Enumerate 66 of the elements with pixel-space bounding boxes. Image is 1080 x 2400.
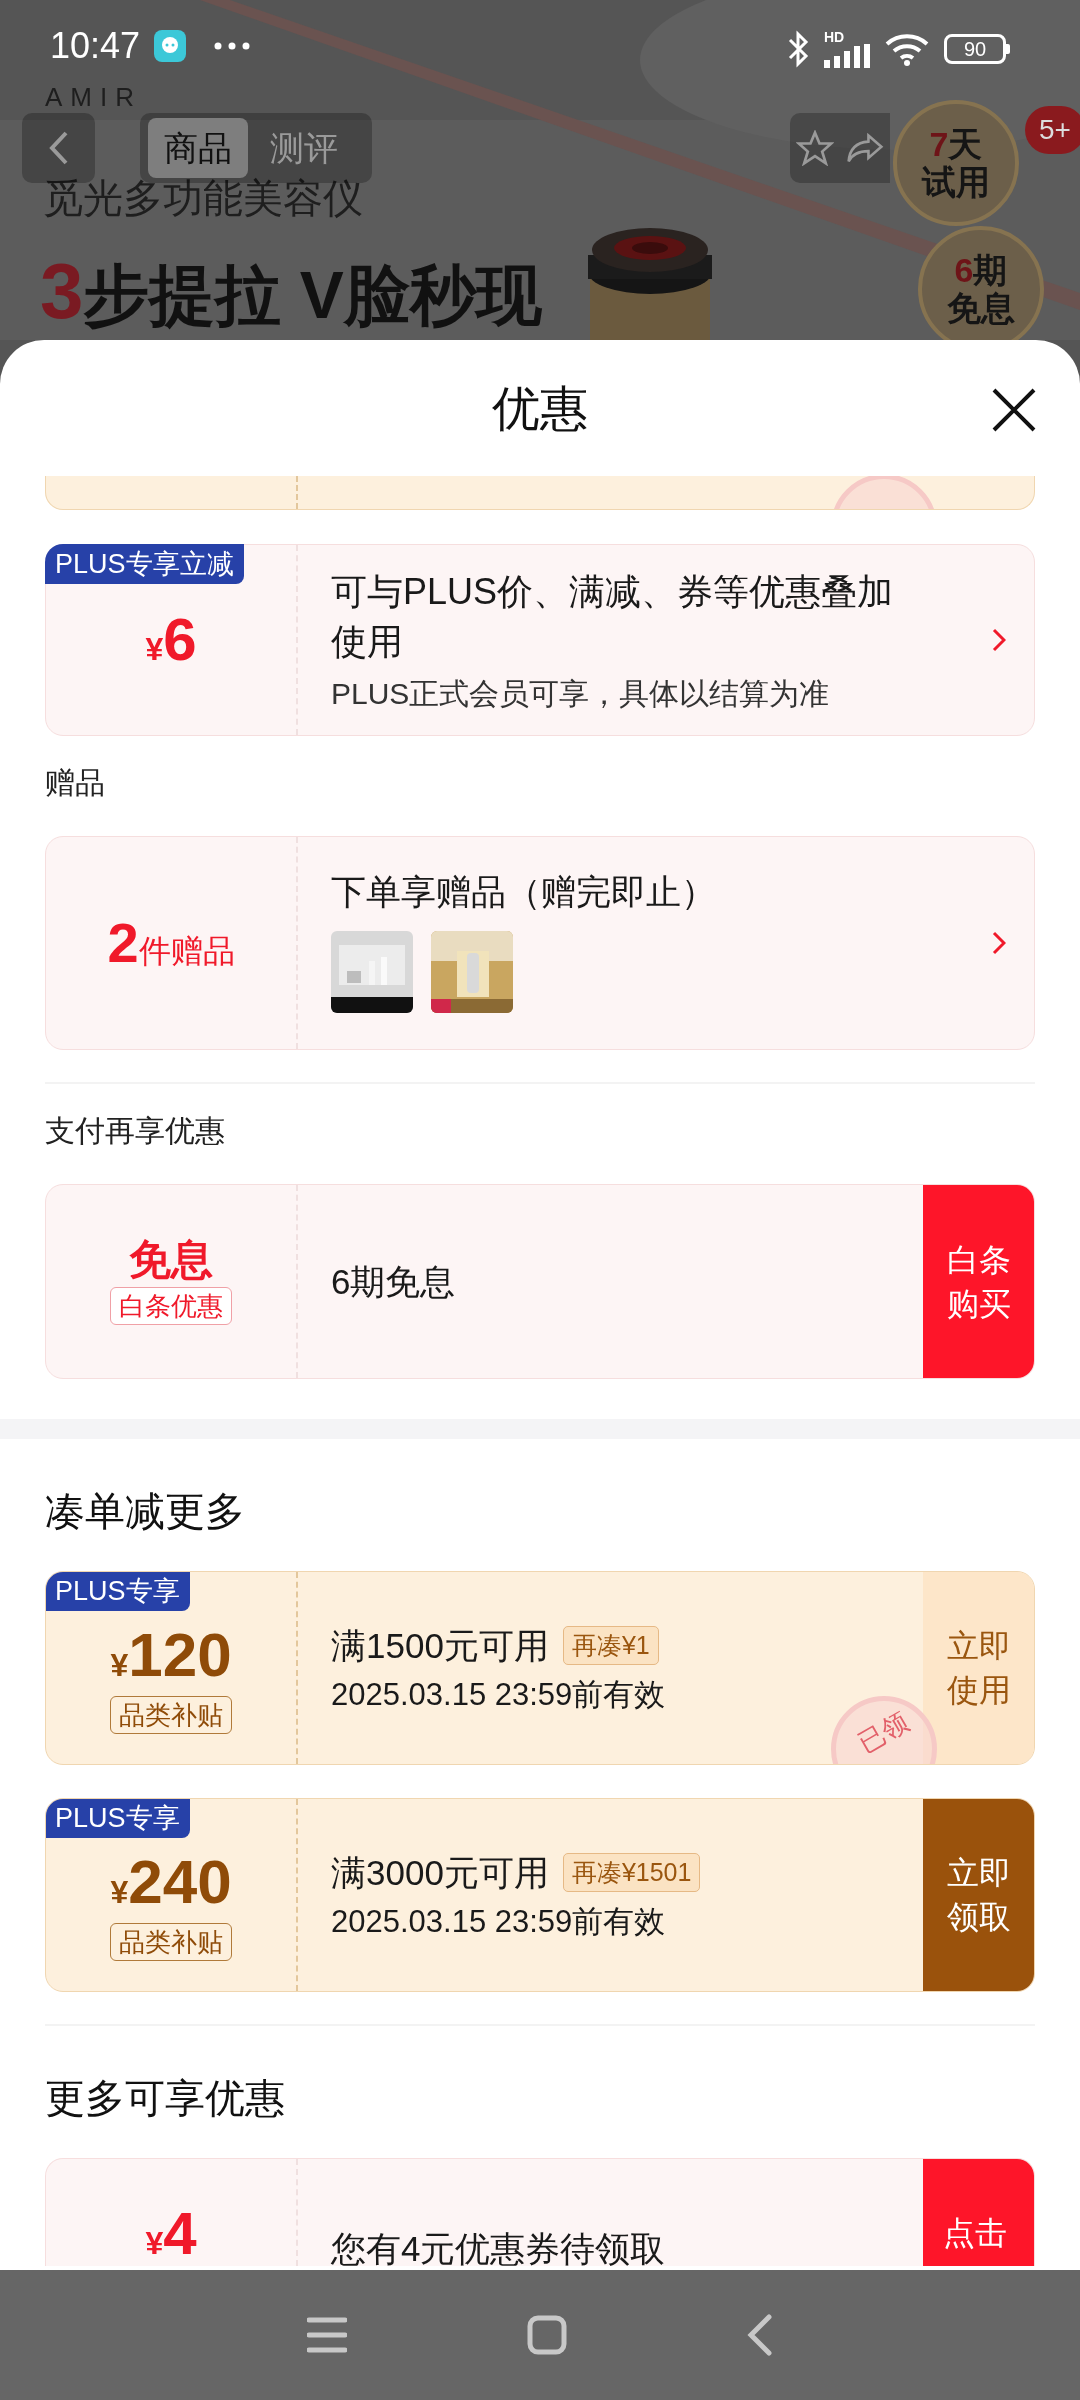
- chevron-right-icon: [992, 931, 1006, 955]
- tab[interactable]: 测评: [254, 118, 354, 178]
- category-tag: 品类补贴: [110, 1696, 232, 1734]
- voucher-title: 您有4元优惠券待领取: [331, 2229, 666, 2266]
- shortfall-tag: 再凑¥1501: [562, 1853, 701, 1892]
- seal-text: 试用: [922, 163, 990, 201]
- currency-symbol: ¥: [110, 1876, 129, 1908]
- brand-name: AMIR: [45, 84, 142, 110]
- claim-button[interactable]: 点击: [923, 2159, 1034, 2266]
- coupon-amount: 120: [128, 1624, 232, 1686]
- offer-title: 可与PLUS价、满减、券等优惠叠加使用: [331, 570, 895, 664]
- coupon-amount: 240: [128, 1851, 232, 1913]
- section-heading: 支付再享优惠: [45, 1116, 226, 1146]
- discount-amount: 6: [163, 610, 197, 670]
- coupon-validity: 2025.03.15 23:59前有效: [331, 1679, 667, 1710]
- stamp-text: 已领: [854, 1707, 914, 1759]
- back-icon: [48, 131, 69, 165]
- app-notification-icon: [154, 30, 187, 62]
- currency-symbol: ¥: [145, 633, 164, 665]
- offer-note: PLUS正式会员可享，具体以结算为准: [331, 676, 831, 712]
- network-type: HD: [824, 30, 845, 44]
- shortfall-tag: 再凑¥1: [562, 1626, 659, 1665]
- back-icon[interactable]: [747, 2314, 773, 2356]
- product-name: 觅光多功能美容仪: [43, 178, 363, 218]
- wifi-icon: [884, 32, 930, 66]
- battery-indicator: 90: [944, 34, 1006, 64]
- home-icon[interactable]: [527, 2315, 567, 2355]
- plus-badge: PLUS专享立减: [45, 544, 244, 584]
- tab[interactable]: 商品: [148, 118, 248, 178]
- coupon-button[interactable]: 立即使用: [923, 1572, 1034, 1764]
- headline: 步提拉 V脸秒现: [83, 262, 542, 328]
- plus-badge: PLUS专享: [46, 1572, 190, 1611]
- seal-text: 6期: [954, 251, 1008, 289]
- coupon-validity: 2025.03.15 23:59前有效: [331, 1906, 667, 1937]
- section-heading: 更多可享优惠: [45, 2078, 286, 2118]
- payment-title: 6期免息: [331, 1264, 456, 1299]
- coupon-condition: 满1500元可用: [331, 1628, 549, 1663]
- sheet-title: 优惠: [492, 385, 588, 433]
- close-icon: [991, 387, 1037, 433]
- clock: 10:47: [50, 28, 141, 64]
- gift-count: 2: [107, 915, 139, 971]
- category-tag: 品类补贴: [110, 1923, 232, 1961]
- plus-badge: PLUS专享: [46, 1799, 190, 1838]
- headline-number: 3: [40, 252, 84, 330]
- coupon-button[interactable]: 立即领取: [923, 1799, 1034, 1991]
- chevron-right-icon: [992, 628, 1006, 652]
- currency-symbol: ¥: [110, 1649, 129, 1681]
- star-icon: [796, 130, 834, 166]
- coupon-condition: 满3000元可用: [331, 1855, 549, 1890]
- interest-free-label: 免息: [129, 1238, 213, 1281]
- seal-text: 免息: [947, 289, 1015, 327]
- battery-cap: [1006, 44, 1010, 54]
- gift-title: 下单享赠品（赠完即止）: [331, 873, 717, 909]
- section-heading: 赠品: [45, 768, 106, 798]
- pay-button[interactable]: 白条购买: [923, 1185, 1034, 1378]
- bluetooth-icon: [788, 30, 810, 68]
- gift-unit: 件赠品: [138, 935, 235, 967]
- signal-icon: [824, 44, 870, 68]
- menu-icon[interactable]: [307, 2316, 347, 2354]
- currency-symbol: ¥: [145, 2227, 164, 2259]
- section-heading: 凑单减更多: [45, 1491, 246, 1531]
- voucher-amount: 4: [163, 2204, 197, 2264]
- more-icon: [214, 42, 251, 50]
- share-icon: [846, 132, 884, 164]
- promo-tag: 白条优惠: [110, 1286, 232, 1325]
- seal-text: 7天: [929, 125, 983, 163]
